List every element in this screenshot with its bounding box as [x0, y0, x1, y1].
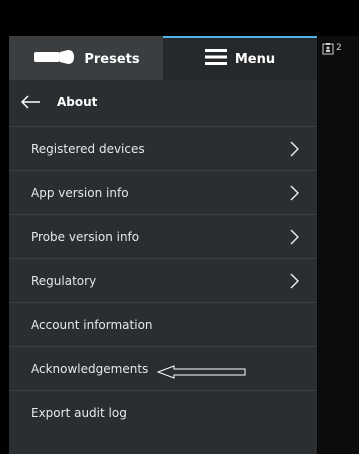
chevron-right-icon — [290, 229, 299, 245]
menu-item-registered-devices[interactable]: Registered devices — [9, 126, 317, 170]
back-arrow-icon — [21, 95, 40, 109]
tab-bar: Presets Menu — [9, 36, 317, 80]
page-title: About — [57, 95, 98, 109]
tab-menu[interactable]: Menu — [163, 36, 317, 80]
menu-item-regulatory[interactable]: Regulatory — [9, 258, 317, 302]
menu-item-label: Acknowledgements — [31, 361, 149, 376]
hollow-arrow-annotation — [157, 365, 246, 379]
screen: 2 Presets Menu About Registered devices … — [0, 0, 359, 454]
menu-item-label: Export audit log — [31, 405, 127, 420]
hamburger-icon — [204, 49, 227, 69]
chevron-right-icon — [290, 141, 299, 157]
chevron-right-icon — [290, 273, 299, 289]
menu-list: Registered devices App version info Prob… — [9, 126, 317, 434]
image-area — [318, 36, 359, 454]
menu-item-probe-version-info[interactable]: Probe version info — [9, 214, 317, 258]
tab-menu-label: Menu — [234, 51, 276, 67]
tab-presets[interactable]: Presets — [9, 36, 163, 80]
tab-presets-label: Presets — [84, 51, 140, 67]
clipboard-icon[interactable] — [322, 42, 334, 55]
menu-item-label: Registered devices — [31, 141, 145, 156]
menu-item-account-information[interactable]: Account information — [9, 302, 317, 346]
menu-item-label: App version info — [31, 185, 129, 200]
side-panel: Presets Menu About Registered devices Ap… — [9, 36, 317, 454]
clipboard-count: 2 — [336, 43, 342, 53]
chevron-right-icon — [290, 185, 299, 201]
probe-icon — [32, 50, 76, 68]
menu-item-app-version-info[interactable]: App version info — [9, 170, 317, 214]
top-bar — [0, 0, 359, 36]
menu-item-label: Account information — [31, 317, 153, 332]
back-button[interactable]: About — [9, 80, 317, 124]
menu-item-label: Probe version info — [31, 229, 140, 244]
menu-item-export-audit-log[interactable]: Export audit log — [9, 390, 317, 434]
menu-item-label: Regulatory — [31, 273, 97, 288]
